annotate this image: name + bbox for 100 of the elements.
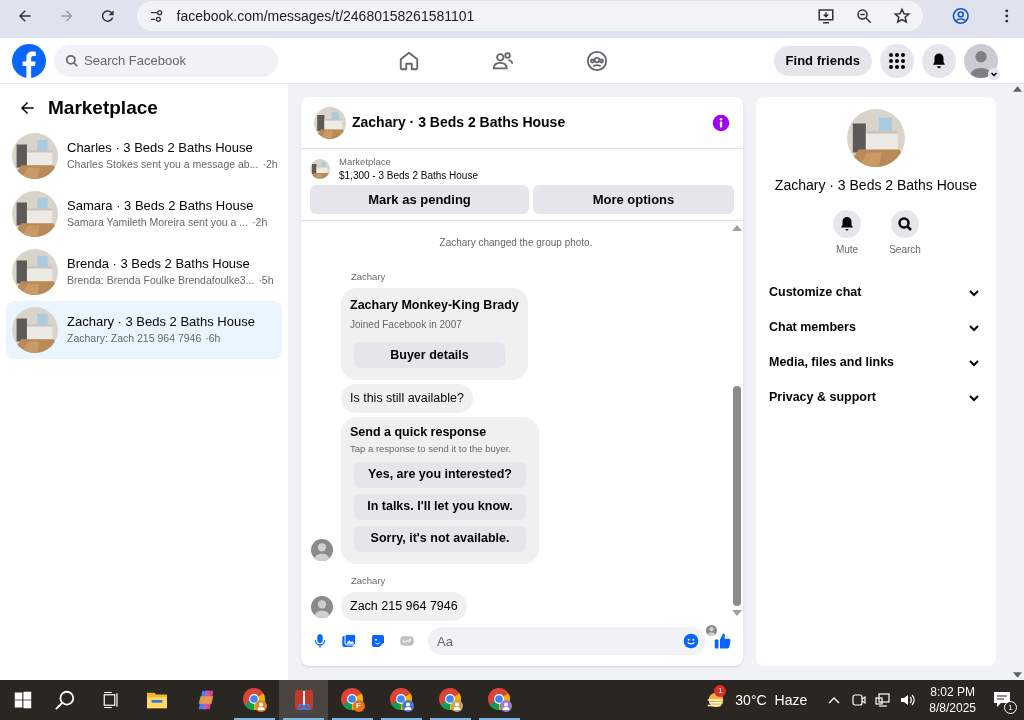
task-view-icon[interactable] (102, 691, 120, 709)
sidebar-title: Marketplace (48, 96, 158, 120)
star-icon[interactable] (893, 7, 911, 25)
facebook-logo-icon[interactable] (12, 43, 46, 78)
chrome-icon (437, 687, 464, 713)
conversation-time: ·5h (258, 272, 274, 288)
back-icon[interactable] (16, 7, 34, 25)
emoji-icon[interactable] (683, 633, 699, 649)
thumbs-up-icon[interactable] (714, 632, 732, 650)
sender-name: Zachary (350, 573, 387, 588)
conversation-time: ·2h (262, 156, 278, 172)
profile-icon[interactable] (951, 6, 971, 26)
meet-icon[interactable] (851, 692, 868, 708)
scroll-up-icon[interactable] (732, 225, 742, 231)
grid-icon (888, 51, 906, 70)
system-message: Zachary changed the group photo. (438, 236, 594, 250)
details-section-row[interactable]: Chat members (762, 310, 990, 345)
details-title: Zachary · 3 Beds 2 Baths House (774, 176, 978, 195)
volume-icon[interactable] (899, 692, 916, 708)
microphone-icon[interactable] (312, 633, 328, 649)
site-settings-icon[interactable] (148, 8, 165, 24)
menu-button[interactable] (880, 43, 914, 78)
chrome-icon (486, 687, 513, 713)
conversation-item[interactable]: Zachary · 3 Beds 2 Baths House Zachary: Zach 215 964 7946 ·6h (6, 300, 282, 359)
search-icon (65, 53, 79, 68)
message-bubble: Is this still available? (341, 384, 473, 413)
weather-temperature: 30°C (735, 690, 767, 710)
message-bubble: Zach 215 964 7946 (341, 592, 467, 621)
running-indicator (234, 718, 275, 720)
badge-letter: F (355, 700, 362, 712)
groups-icon[interactable] (586, 49, 608, 72)
running-indicator (283, 718, 324, 720)
avatar-icon (311, 538, 333, 561)
info-icon[interactable] (712, 113, 730, 132)
search-icon[interactable] (54, 689, 76, 711)
clock-time[interactable]: 8:02 PM (930, 684, 975, 700)
action-button[interactable]: Mark as pending (310, 185, 529, 214)
clock-date[interactable]: 8/8/2025 (929, 700, 976, 716)
url-text: facebook.com/messages/t/24680158261581101 (176, 6, 476, 26)
action-button[interactable]: More options (533, 185, 734, 214)
weather-condition: Haze (774, 690, 808, 710)
folder-icon (145, 690, 168, 710)
running-indicator (381, 718, 422, 720)
listing-label: Marketplace (339, 155, 392, 169)
zoom-icon[interactable] (855, 7, 873, 25)
running-indicator (479, 718, 520, 720)
listing-title: $1,300 - 3 Beds 2 Baths House (339, 169, 478, 183)
avatar-icon (706, 624, 717, 636)
chevron-icon (988, 67, 1000, 80)
network-icon[interactable] (875, 692, 892, 708)
action-label: Mute (835, 243, 859, 257)
message-field[interactable]: Aa (428, 627, 705, 655)
mute-button[interactable] (833, 210, 861, 238)
address-bar[interactable]: facebook.com/messages/t/24680158261581101 (136, 1, 923, 31)
conversation-preview: Samara Yamileth Moreira sent you a ... (67, 214, 249, 230)
tool-app-icon (292, 688, 315, 712)
page-scroll-up-icon[interactable] (1012, 86, 1022, 92)
search-field[interactable]: Search Facebook (54, 44, 278, 77)
conversation-title: Brenda · 3 Beds 2 Baths House (67, 254, 251, 273)
find-friends-button[interactable]: Find friends (773, 45, 872, 76)
quick-response-title: Send a quick response (350, 423, 488, 441)
chrome-icon (339, 687, 366, 713)
scroll-down-icon[interactable] (732, 610, 742, 616)
running-indicator (430, 718, 471, 720)
buyer-details-button[interactable]: Buyer details (354, 342, 505, 368)
quick-response-button[interactable]: Sorry, it's not available. (354, 525, 526, 552)
weather-badge: 1 (714, 685, 727, 697)
conversation-preview: Charles Stokes sent you a message ab... (67, 156, 259, 172)
quick-response-button[interactable]: Yes, are you interested? (354, 461, 526, 488)
friends-icon[interactable] (492, 49, 514, 72)
windows-start-icon[interactable] (14, 691, 32, 709)
account-avatar-icon[interactable] (964, 43, 998, 78)
buyer-joined-text: Joined Facebook in 2007 (350, 318, 463, 332)
sticker-icon[interactable] (370, 633, 386, 649)
notifications-button[interactable] (922, 43, 956, 78)
details-section-row[interactable]: Media, files and links (762, 345, 990, 380)
action-label: Search (889, 243, 921, 257)
quick-response-hint: Tap a response to send it to the buyer. (350, 441, 513, 456)
details-section-row[interactable]: Privacy & support (762, 380, 990, 415)
chrome-icon (241, 687, 268, 713)
page-scroll-down-icon[interactable] (1012, 672, 1022, 678)
chat-title: Zachary · 3 Beds 2 Baths House (352, 113, 567, 132)
quick-response-button[interactable]: In talks. I'll let you know. (354, 493, 526, 520)
scrollbar-thumb[interactable] (733, 386, 741, 606)
conversation-preview: Zachary: Zach 215 964 7946 (67, 330, 202, 346)
reload-icon[interactable] (99, 7, 117, 25)
conversation-time: ·6h (205, 330, 221, 346)
photo-icon[interactable] (341, 633, 357, 649)
conversation-preview: Brenda: Brenda Foulke Brendafoulke3... (67, 272, 255, 288)
sender-name: Zachary (350, 270, 387, 284)
details-section-row[interactable]: Customize chat (762, 275, 990, 310)
chrome-icon (388, 687, 415, 713)
search-button[interactable] (891, 210, 919, 238)
conversation-title: Samara · 3 Beds 2 Baths House (67, 196, 255, 215)
buyer-name: Zachary Monkey-King Brady (350, 297, 519, 315)
install-icon[interactable] (817, 7, 835, 25)
notification-count: 1 (1004, 701, 1017, 714)
home-icon[interactable] (398, 49, 420, 72)
notification-center-icon[interactable] (992, 689, 1012, 709)
conversation-time: ·2h (252, 214, 268, 230)
